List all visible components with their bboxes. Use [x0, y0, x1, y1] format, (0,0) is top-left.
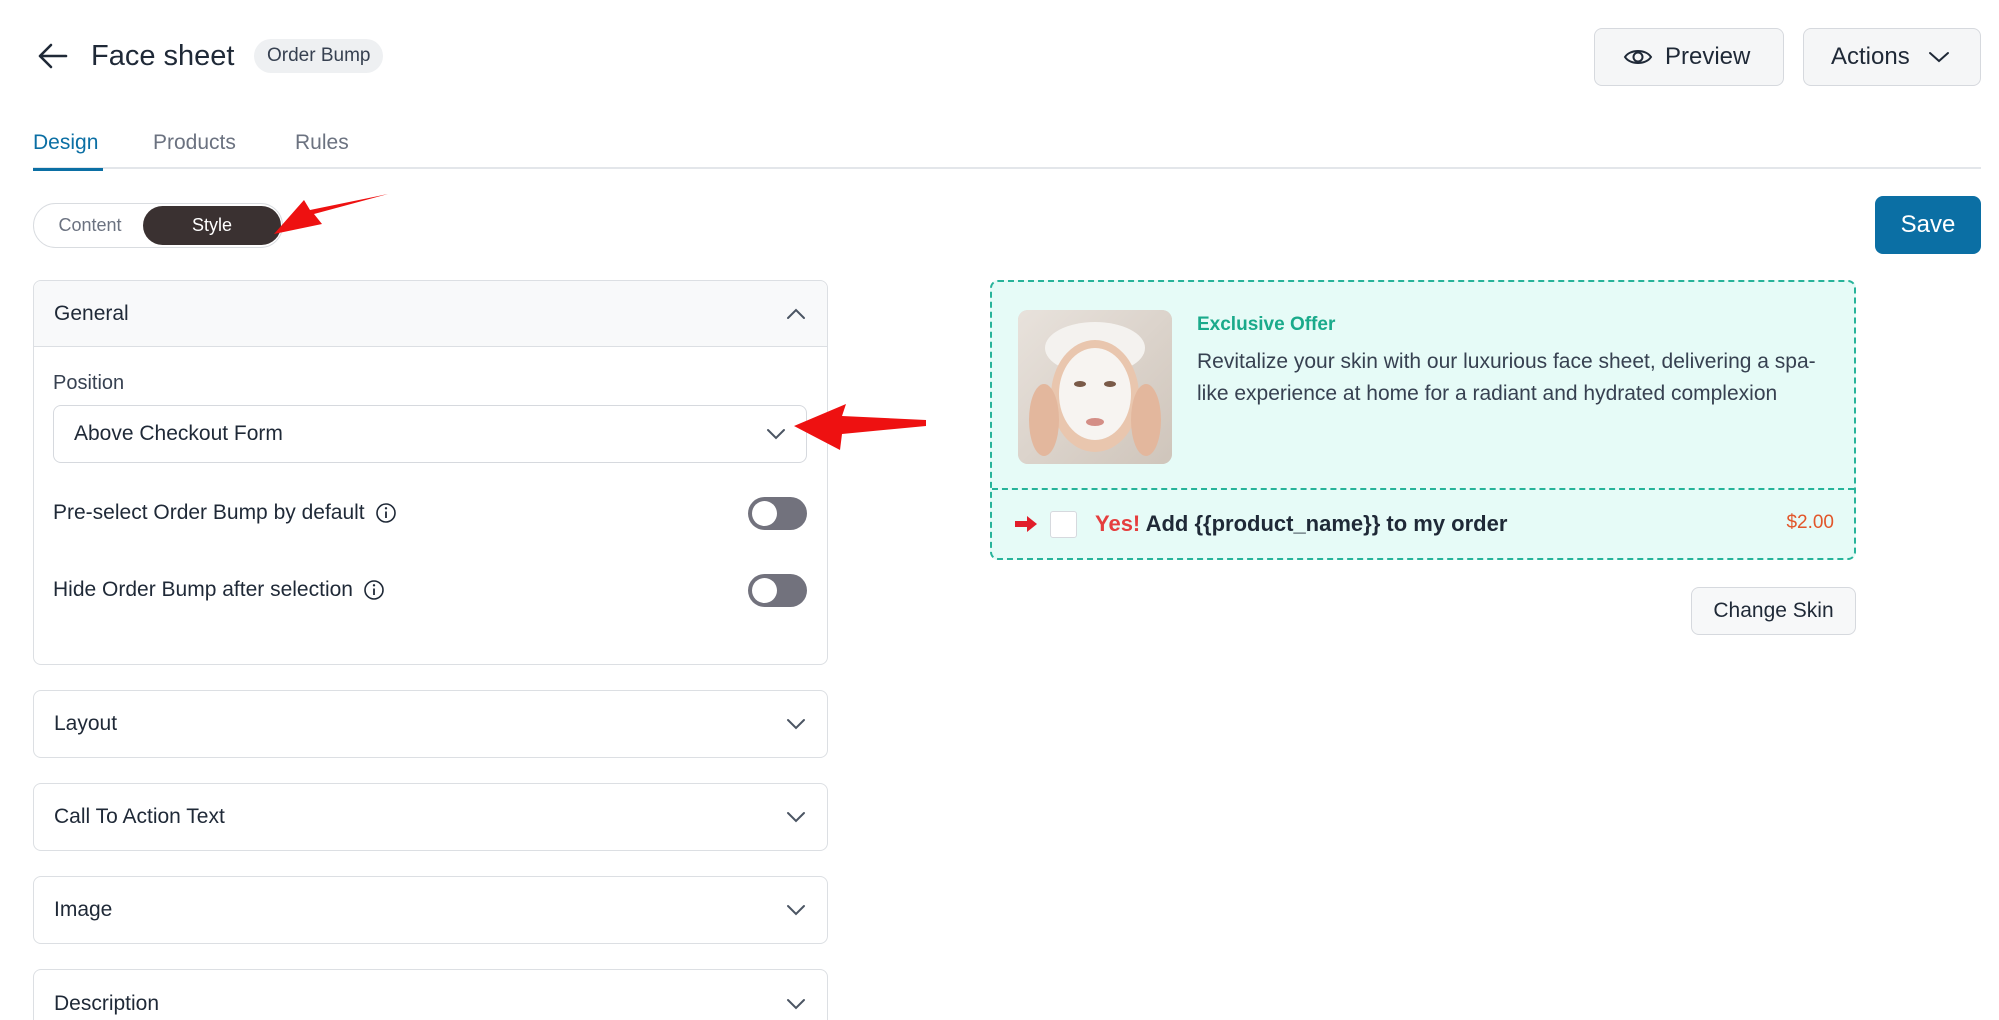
product-image: [1018, 310, 1172, 464]
general-panel-header[interactable]: General: [34, 281, 827, 347]
offer-description: Revitalize your skin with our luxurious …: [1197, 350, 1816, 405]
arrow-right-icon: [1015, 516, 1037, 532]
content-mode-button[interactable]: Content: [34, 204, 146, 247]
order-bump-body: Exclusive Offer Revitalize your skin wit…: [992, 282, 1854, 490]
tab-bar: Design Products Rules: [33, 117, 1981, 171]
position-select[interactable]: Above Checkout Form: [53, 405, 807, 463]
page-title: Face sheet: [91, 40, 235, 72]
toggle-knob: [752, 500, 777, 526]
content-style-toggle: Content Style: [33, 203, 283, 248]
cta-main: Add {{product_name}} to my order: [1145, 511, 1508, 536]
hide-label: Hide Order Bump after selection: [53, 578, 353, 601]
cta-text-panel-title: Call To Action Text: [54, 805, 225, 828]
preselect-toggle[interactable]: [748, 496, 807, 530]
description-panel-title: Description: [54, 992, 160, 1015]
chevron-down-icon: [785, 806, 807, 828]
tab-products[interactable]: Products: [153, 129, 236, 157]
chevron-down-icon: [785, 993, 807, 1015]
hide-after-selection-row: Hide Order Bump after selection: [53, 573, 807, 607]
tab-products-label: Products: [153, 131, 236, 154]
order-bump-checkbox[interactable]: [1050, 510, 1077, 538]
preselect-row: Pre-select Order Bump by default: [53, 496, 807, 530]
type-badge: Order Bump: [254, 39, 384, 73]
style-mode-button[interactable]: Style: [143, 206, 281, 245]
eye-icon: [1623, 50, 1653, 64]
tab-rules[interactable]: Rules: [295, 129, 349, 157]
tab-rules-label: Rules: [295, 131, 349, 154]
change-skin-button[interactable]: Change Skin: [1691, 587, 1856, 635]
tab-active-indicator: [33, 168, 103, 171]
cta-text-panel-header[interactable]: Call To Action Text: [34, 784, 827, 850]
chevron-down-icon: [785, 713, 807, 735]
layout-panel-title: Layout: [54, 712, 118, 735]
actions-label: Actions: [1831, 43, 1910, 70]
preview-button[interactable]: Preview: [1594, 28, 1784, 86]
chevron-up-icon: [785, 303, 807, 325]
description-panel[interactable]: Description: [33, 969, 828, 1020]
general-panel: General: [33, 280, 828, 665]
cta-text: Yes! Add {{product_name}} to my order: [1095, 511, 1507, 537]
chevron-down-icon: [785, 899, 807, 921]
order-bump-cta-row: Yes! Add {{product_name}} to my order $2…: [992, 490, 1854, 558]
arrow-left-icon: [38, 43, 68, 69]
preselect-label-wrap: Pre-select Order Bump by default: [53, 501, 397, 525]
position-select-value: Above Checkout Form: [74, 422, 283, 445]
layout-panel[interactable]: Layout: [33, 690, 828, 758]
preview-label: Preview: [1665, 43, 1751, 70]
back-button[interactable]: [30, 38, 74, 74]
layout-panel-header[interactable]: Layout: [34, 691, 827, 757]
image-panel-title: Image: [54, 898, 113, 921]
image-panel[interactable]: Image: [33, 876, 828, 944]
chevron-down-icon: [767, 429, 785, 440]
hide-after-selection-toggle[interactable]: [748, 573, 807, 607]
description-panel-header[interactable]: Description: [34, 970, 827, 1020]
save-button[interactable]: Save: [1875, 196, 1981, 254]
offer-title: Exclusive Offer: [1197, 314, 1336, 335]
tab-design[interactable]: Design: [33, 129, 103, 171]
general-panel-title: General: [54, 301, 129, 325]
chevron-down-icon: [1928, 52, 1949, 63]
info-icon[interactable]: [375, 502, 397, 524]
bump-price: $2.00: [1786, 512, 1834, 533]
toggle-knob: [752, 577, 777, 603]
preselect-label: Pre-select Order Bump by default: [53, 501, 365, 524]
tab-design-label: Design: [33, 131, 99, 154]
annotation-arrow-icon: [274, 194, 388, 234]
position-label: Position: [53, 372, 125, 394]
annotation-arrow-icon: [794, 404, 926, 450]
order-bump-preview: Exclusive Offer Revitalize your skin wit…: [990, 280, 1856, 560]
image-panel-header[interactable]: Image: [34, 877, 827, 943]
hide-label-wrap: Hide Order Bump after selection: [53, 578, 385, 602]
actions-button[interactable]: Actions: [1803, 28, 1981, 86]
info-icon[interactable]: [363, 579, 385, 601]
cta-text-panel[interactable]: Call To Action Text: [33, 783, 828, 851]
cta-yes: Yes!: [1095, 511, 1141, 536]
